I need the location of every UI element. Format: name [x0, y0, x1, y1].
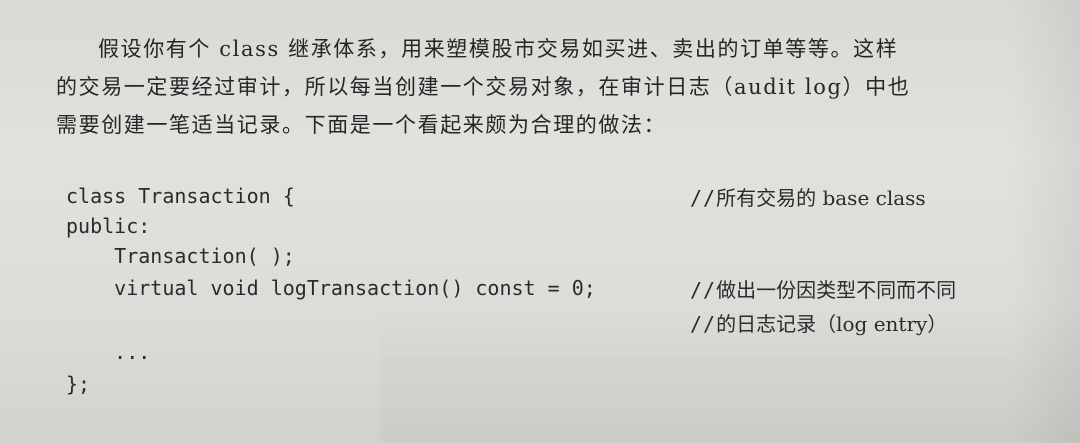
- comment-slashes: //: [690, 186, 717, 210]
- comment-text: 所有交易的 base class: [716, 186, 926, 210]
- code-line-public: public:: [66, 214, 151, 238]
- comment-slashes: //: [690, 278, 717, 302]
- code-line-class: class Transaction {: [66, 184, 295, 208]
- code-line-constructor: Transaction( );: [66, 244, 295, 268]
- code-comment-1: //所有交易的 base class: [690, 182, 926, 214]
- code-comment-2: //做出一份因类型不同而不同: [690, 274, 956, 306]
- code-comment-3: //的日志记录（log entry）: [690, 308, 947, 340]
- code-line-close: };: [66, 372, 91, 396]
- comment-text: 做出一份因类型不同而不同: [716, 278, 957, 302]
- comment-slashes: //: [690, 312, 717, 336]
- code-line-ellipsis: ...: [66, 340, 151, 364]
- paragraph-line-3: 需要创建一笔适当记录。下面是一个看起来颇为合理的做法：: [56, 113, 667, 137]
- paragraph-line-1: 假设你有个 class 继承体系，用来塑模股市交易如买进、卖出的订单等等。这样: [98, 37, 899, 61]
- body-paragraph: 假设你有个 class 继承体系，用来塑模股市交易如买进、卖出的订单等等。这样 …: [56, 30, 1036, 144]
- code-listing: class Transaction { public: Transaction(…: [66, 180, 1046, 400]
- comment-text: 的日志记录（log entry）: [716, 312, 948, 336]
- code-line-virtual-method: virtual void logTransaction() const = 0;: [66, 276, 596, 300]
- paragraph-line-2: 的交易一定要经过审计，所以每当创建一个交易对象，在审计日志（audit log）…: [56, 75, 911, 99]
